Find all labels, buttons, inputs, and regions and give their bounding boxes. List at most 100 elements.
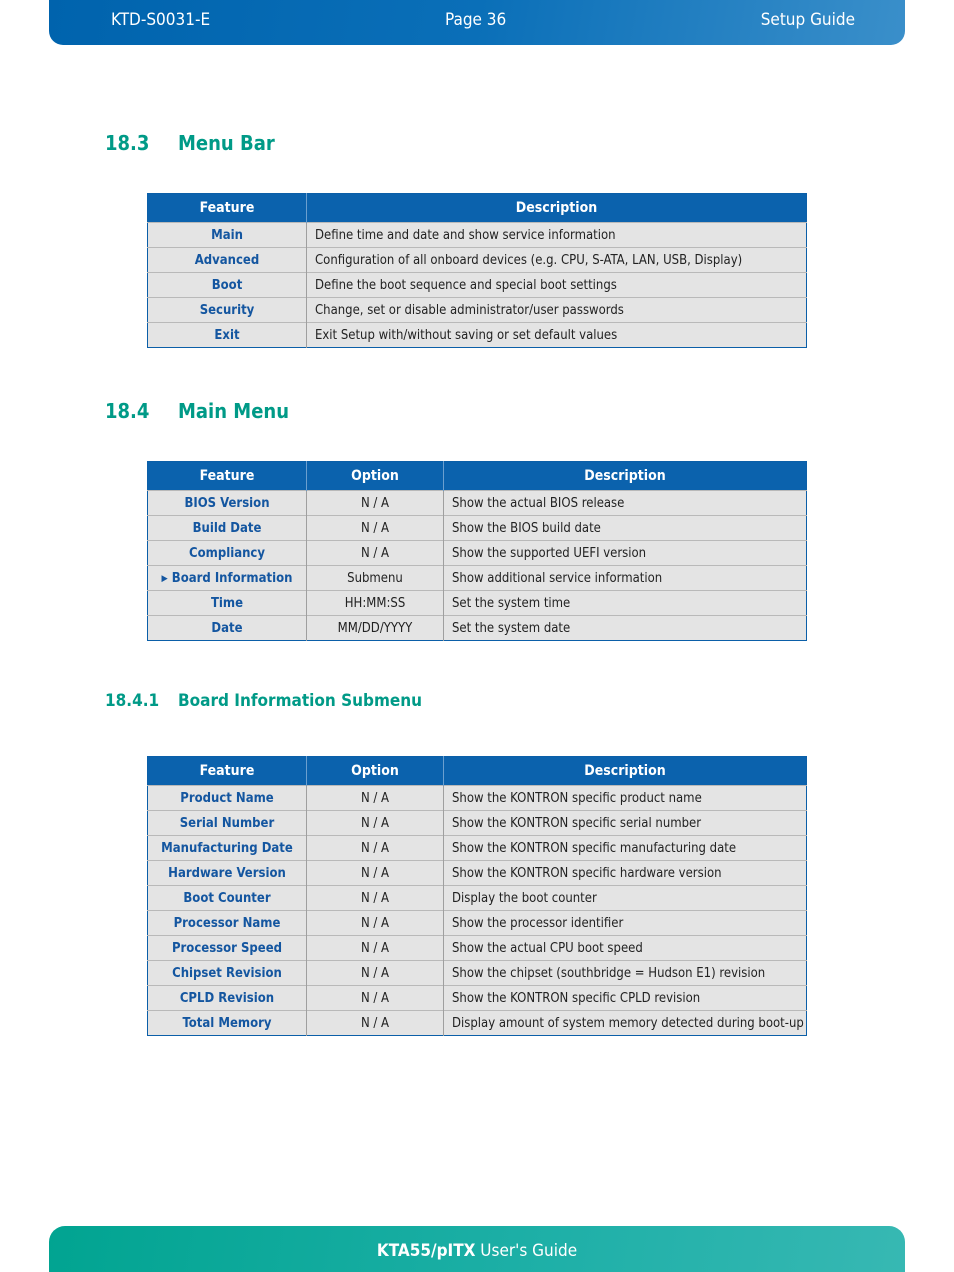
option-cell: N / A	[306, 810, 444, 836]
description-cell: Show the actual BIOS release	[443, 490, 807, 516]
description-cell: Define the boot sequence and special boo…	[306, 272, 807, 298]
page-header: KTD-S0031-E Page 36 Setup Guide	[49, 0, 905, 45]
section-number: 18.3	[105, 131, 150, 155]
description-cell: Show the KONTRON specific hardware versi…	[443, 860, 807, 886]
section-number: 18.4	[105, 399, 150, 423]
table-row: Processor Speed N / A Show the actual CPU …	[147, 935, 807, 961]
option-cell: HH:MM:SS	[306, 590, 444, 616]
table-row: Serial Number N / A Show the KONTRON speci…	[147, 810, 807, 836]
table-row: CPLD Revision N / A Show the KONTRON speci…	[147, 985, 807, 1011]
option-cell: N / A	[306, 935, 444, 961]
column-header-description: Description	[306, 193, 807, 223]
table-row: Security Change, set or disable administr…	[147, 297, 807, 323]
option-cell: N / A	[306, 835, 444, 861]
feature-cell: CPLD Revision	[147, 985, 307, 1011]
table-row: Processor Name N / A Show the processor id…	[147, 910, 807, 936]
description-cell: Show the actual CPU boot speed	[443, 935, 807, 961]
table-row: Time HH:MM:SS Set the system time	[147, 590, 807, 616]
column-header-description: Description	[443, 756, 807, 786]
menu-bar-table: Feature Description Main Define time and …	[147, 193, 807, 348]
feature-cell: Main	[147, 222, 307, 248]
feature-label: Main	[211, 227, 243, 243]
feature-cell: Chipset Revision	[147, 960, 307, 986]
description-cell: Display the boot counter	[443, 885, 807, 911]
feature-label: Boot Counter	[183, 890, 271, 906]
column-header-feature: Feature	[147, 756, 307, 786]
option-cell: N / A	[306, 860, 444, 886]
triangle-right-icon: ▶	[161, 573, 168, 584]
description-cell: Show the BIOS build date	[443, 515, 807, 541]
section-title: Main Menu	[178, 399, 290, 423]
option-cell: N / A	[306, 515, 444, 541]
option-cell: N / A	[306, 785, 444, 811]
description-cell: Configuration of all onboard devices (e.…	[306, 247, 807, 273]
feature-label: Board Information	[171, 570, 293, 586]
option-cell: N / A	[306, 1010, 444, 1036]
table-row: Total Memory N / A Display amount of syste…	[147, 1010, 807, 1036]
table-row: Boot Counter N / A Display the boot counte…	[147, 885, 807, 911]
description-cell: Define time and date and show service in…	[306, 222, 807, 248]
table-row: Boot Define the boot sequence and special…	[147, 272, 807, 298]
description-cell: Show the KONTRON specific product name	[443, 785, 807, 811]
page-footer: KTA55/pITX User's Guide	[49, 1226, 905, 1272]
table-row: Manufacturing Date N / A Show the KONTRON …	[147, 835, 807, 861]
table-row: Main Define time and date and show servic…	[147, 222, 807, 248]
feature-label: CPLD Revision	[179, 990, 275, 1006]
feature-label: Compliancy	[189, 545, 265, 561]
feature-cell: Security	[147, 297, 307, 323]
feature-label: Boot	[211, 277, 243, 293]
feature-cell: Date	[147, 615, 307, 641]
feature-label: Hardware Version	[168, 865, 286, 881]
table-row: Exit Exit Setup with/without saving or se…	[147, 322, 807, 348]
main-menu-table: Feature Option Description BIOS Version N…	[147, 461, 807, 641]
feature-label: Manufacturing Date	[161, 840, 293, 856]
description-cell: Display amount of system memory detected…	[443, 1010, 807, 1036]
section-number: 18.4.1	[105, 691, 160, 711]
description-cell: Show the KONTRON specific CPLD revision	[443, 985, 807, 1011]
table-row: BIOS Version N / A Show the actual BIOS re…	[147, 490, 807, 516]
footer-title: KTA55/pITX User's Guide	[49, 1241, 905, 1261]
feature-label: Time	[210, 595, 244, 611]
feature-cell: Advanced	[147, 247, 307, 273]
feature-cell: ▶ Board Information	[147, 565, 307, 591]
column-header-feature: Feature	[147, 461, 307, 491]
feature-cell: Boot Counter	[147, 885, 307, 911]
feature-label: Serial Number	[179, 815, 275, 831]
feature-label: Chipset Revision	[172, 965, 282, 981]
feature-cell: Processor Name	[147, 910, 307, 936]
description-cell: Exit Setup with/without saving or set de…	[306, 322, 807, 348]
table-row: Compliancy N / A Show the supported UEFI v…	[147, 540, 807, 566]
section-title: Menu Bar	[178, 131, 275, 155]
feature-label: Exit	[214, 327, 240, 343]
option-cell: N / A	[306, 910, 444, 936]
column-header-option: Option	[306, 756, 444, 786]
feature-label: Total Memory	[182, 1015, 272, 1031]
document-id: KTD-S0031-E	[111, 10, 211, 30]
description-cell: Show additional service information	[443, 565, 807, 591]
product-name: KTA55/pITX	[376, 1241, 476, 1261]
description-cell: Show the KONTRON specific manufacturing …	[443, 835, 807, 861]
section-heading-main-menu: 18.4 Main Menu	[105, 399, 289, 423]
subsection-heading-board-info: 18.4.1 Board Information Submenu	[105, 691, 422, 711]
feature-cell: Build Date	[147, 515, 307, 541]
description-cell: Show the KONTRON specific serial number	[443, 810, 807, 836]
description-cell: Show the chipset (southbridge = Hudson E…	[443, 960, 807, 986]
description-cell: Set the system date	[443, 615, 807, 641]
table-row: Hardware Version N / A Show the KONTRON sp…	[147, 860, 807, 886]
description-cell: Set the system time	[443, 590, 807, 616]
feature-label: Advanced	[194, 252, 260, 268]
board-info-table: Feature Option Description Product Name N…	[147, 756, 807, 1036]
description-cell: Show the processor identifier	[443, 910, 807, 936]
column-header-feature: Feature	[147, 193, 307, 223]
feature-cell: Exit	[147, 322, 307, 348]
option-cell: N / A	[306, 540, 444, 566]
section-name: Setup Guide	[760, 10, 855, 30]
table-row: Build Date N / A Show the BIOS build date	[147, 515, 807, 541]
feature-label: BIOS Version	[184, 495, 270, 511]
feature-label: Product Name	[180, 790, 274, 806]
feature-cell: Serial Number	[147, 810, 307, 836]
feature-cell: Processor Speed	[147, 935, 307, 961]
column-header-option: Option	[306, 461, 444, 491]
guide-label: User's Guide	[475, 1241, 578, 1261]
feature-label: Date	[211, 620, 243, 636]
